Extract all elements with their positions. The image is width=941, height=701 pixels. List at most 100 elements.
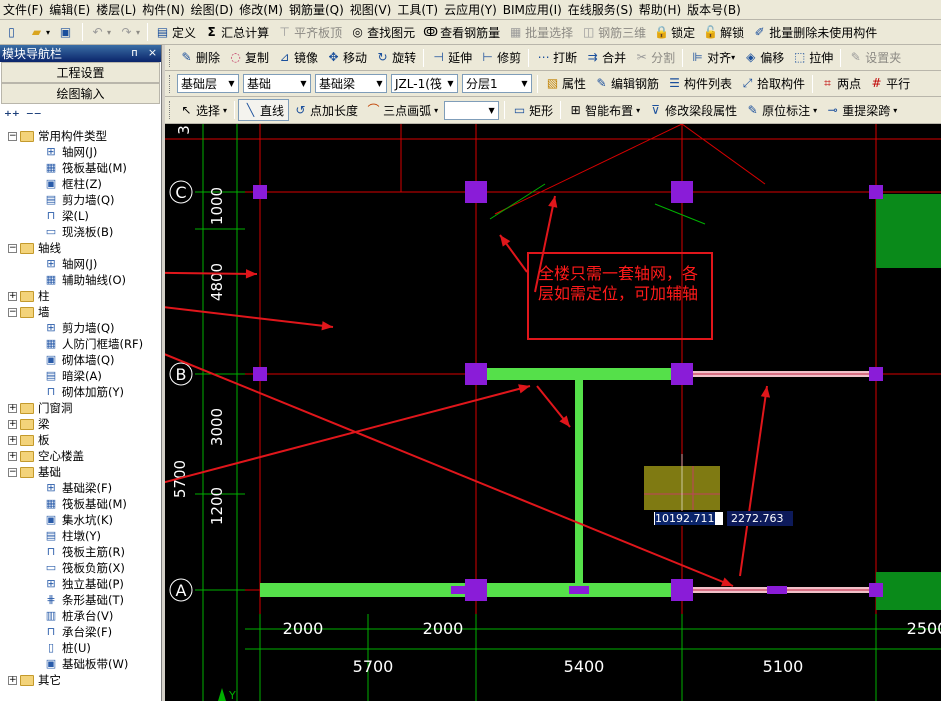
tree-item[interactable]: ⋕ 条形基础(T) xyxy=(0,592,161,608)
expand-icon[interactable]: + xyxy=(8,451,17,461)
rebar-3d-button[interactable]: ◫ 钢筋三维 xyxy=(577,21,650,43)
element-type-select[interactable]: 基础梁 ▼ xyxy=(315,74,387,93)
category-select[interactable]: 基础 ▼ xyxy=(243,74,311,93)
floor-select[interactable]: 基础层 ▼ xyxy=(177,74,239,93)
tree-item[interactable]: ▣ 基础板带(W) xyxy=(0,656,161,672)
menu-item-5[interactable]: 修改(M) xyxy=(236,0,286,19)
tree-item[interactable]: ▦ 辅助轴线(O) xyxy=(0,272,161,288)
save-button[interactable]: ▣ xyxy=(54,21,79,43)
unlock-button[interactable]: 🔓 解锁 xyxy=(699,21,748,43)
pick-element-button[interactable]: ⤢ 拾取构件 xyxy=(736,73,809,95)
define-button[interactable]: ▤ 定义 xyxy=(151,21,200,43)
stretch-button[interactable]: ⬚ 拉伸 xyxy=(788,47,837,69)
open-file-button[interactable]: ▰ ▾ xyxy=(25,21,54,43)
break-button[interactable]: ⋯ 打断 xyxy=(532,47,581,69)
arc-option-select[interactable]: ▼ xyxy=(444,100,500,120)
three-point-arc-button[interactable]: ⌒ 三点画弧 ▾ xyxy=(362,99,442,121)
tree-group[interactable]: − 常用构件类型 xyxy=(0,128,161,144)
menu-item-11[interactable]: 在线服务(S) xyxy=(565,0,636,19)
redo-button[interactable]: ↷ ▾ xyxy=(115,21,144,43)
new-file-button[interactable]: ▯ xyxy=(0,21,25,43)
tree-item[interactable]: ▭ 现浇板(B) xyxy=(0,224,161,240)
coordinate-x-input[interactable]: 10192.711 xyxy=(653,511,724,526)
merge-button[interactable]: ⇉ 合并 xyxy=(581,47,630,69)
menu-item-6[interactable]: 钢筋量(Q) xyxy=(286,0,347,19)
undo-button[interactable]: ↶ ▾ xyxy=(86,21,115,43)
menu-item-1[interactable]: 编辑(E) xyxy=(46,0,93,19)
smart-layout-button[interactable]: ⊞ 智能布置 ▾ xyxy=(564,99,644,121)
tree-group[interactable]: + 柱 xyxy=(0,288,161,304)
parallel-button[interactable]: # 平行 xyxy=(865,73,914,95)
tree-item[interactable]: ▣ 砌体墙(Q) xyxy=(0,352,161,368)
menu-item-10[interactable]: BIM应用(I) xyxy=(500,0,565,19)
tree-item[interactable]: ⊞ 独立基础(P) xyxy=(0,576,161,592)
tree-group[interactable]: − 墙 xyxy=(0,304,161,320)
tree-item[interactable]: ▤ 柱墩(Y) xyxy=(0,528,161,544)
properties-button[interactable]: ▧ 属性 xyxy=(541,73,590,95)
pin-icon[interactable]: ᴨ xyxy=(128,46,141,59)
tree-item[interactable]: ⊞ 剪力墙(Q) xyxy=(0,320,161,336)
tree-item[interactable]: ⊓ 筏板主筋(R) xyxy=(0,544,161,560)
collapse-all-icon[interactable]: ⁻⁻ xyxy=(26,107,42,125)
expand-icon[interactable]: + xyxy=(8,435,17,445)
tree-item[interactable]: ⊓ 砌体加筋(Y) xyxy=(0,384,161,400)
tree-item[interactable]: ▯ 桩(U) xyxy=(0,640,161,656)
tree-group[interactable]: + 门窗洞 xyxy=(0,400,161,416)
tree-group[interactable]: − 轴线 xyxy=(0,240,161,256)
offset-button[interactable]: ◈ 偏移 xyxy=(739,47,788,69)
delete-button[interactable]: ✎ 删除 xyxy=(175,47,224,69)
align-top-button[interactable]: ⊤ 平齐板顶 xyxy=(273,21,346,43)
menu-item-4[interactable]: 绘图(D) xyxy=(188,0,237,19)
rotate-button[interactable]: ↻ 旋转 xyxy=(371,47,420,69)
tree-item[interactable]: ⊓ 梁(L) xyxy=(0,208,161,224)
tree-item[interactable]: ▦ 筏板基础(M) xyxy=(0,160,161,176)
menu-item-13[interactable]: 版本号(B) xyxy=(684,0,744,19)
expand-icon[interactable]: + xyxy=(8,291,17,301)
tree-item[interactable]: ▦ 人防门框墙(RF) xyxy=(0,336,161,352)
modify-beam-props-button[interactable]: ⊽ 修改梁段属性 xyxy=(644,99,741,121)
mirror-button[interactable]: ⊿ 镜像 xyxy=(273,47,322,69)
tree-item[interactable]: ▦ 筏板基础(M) xyxy=(0,496,161,512)
tree-item[interactable]: ▤ 暗梁(A) xyxy=(0,368,161,384)
menu-item-12[interactable]: 帮助(H) xyxy=(636,0,684,19)
batch-delete-unused-button[interactable]: ✐ 批量删除未使用构件 xyxy=(748,21,881,43)
find-element-button[interactable]: ◎ 查找图元 xyxy=(346,21,419,43)
drawing-input-button[interactable]: 绘图输入 xyxy=(1,83,160,104)
tree-item[interactable]: ▣ 框柱(Z) xyxy=(0,176,161,192)
extend-button[interactable]: ⊣ 延伸 xyxy=(427,47,476,69)
trim-button[interactable]: ⊢ 修剪 xyxy=(476,47,525,69)
collapse-icon[interactable]: − xyxy=(8,307,17,317)
lock-button[interactable]: 🔒 锁定 xyxy=(650,21,699,43)
expand-icon[interactable]: + xyxy=(8,403,17,413)
tree-group[interactable]: + 梁 xyxy=(0,416,161,432)
tree-item[interactable]: ⊞ 基础梁(F) xyxy=(0,480,161,496)
toolbar-grip[interactable] xyxy=(169,101,172,119)
line-button[interactable]: ╲ 直线 xyxy=(238,99,290,121)
menu-item-8[interactable]: 工具(T) xyxy=(394,0,441,19)
element-list-button[interactable]: ☰ 构件列表 xyxy=(663,73,736,95)
tree-item[interactable]: ⊞ 轴网(J) xyxy=(0,256,161,272)
tree-group[interactable]: + 空心楼盖 xyxy=(0,448,161,464)
batch-select-button[interactable]: ▦ 批量选择 xyxy=(504,21,577,43)
tree-item[interactable]: ▥ 桩承台(V) xyxy=(0,608,161,624)
toolbar-grip[interactable] xyxy=(169,74,172,93)
menu-item-3[interactable]: 构件(N) xyxy=(139,0,187,19)
rectangle-button[interactable]: ▭ 矩形 xyxy=(508,99,557,121)
reextract-span-button[interactable]: ⊸ 重提梁跨 ▾ xyxy=(821,99,901,121)
tree-item[interactable]: ▣ 集水坑(K) xyxy=(0,512,161,528)
coordinate-y-input[interactable]: 2272.763 xyxy=(727,511,793,526)
two-points-button[interactable]: ⌗ 两点 xyxy=(816,73,865,95)
select-button[interactable]: ↖ 选择 ▾ xyxy=(175,99,231,121)
move-button[interactable]: ✥ 移动 xyxy=(322,47,371,69)
collapse-icon[interactable]: − xyxy=(8,243,17,253)
view-rebar-button[interactable]: ↂ 查看钢筋量 xyxy=(419,21,504,43)
tree-group[interactable]: + 其它 xyxy=(0,672,161,688)
project-settings-button[interactable]: 工程设置 xyxy=(1,62,160,83)
tree-item[interactable]: ⊓ 承台梁(F) xyxy=(0,624,161,640)
tree-item[interactable]: ▭ 筏板负筋(X) xyxy=(0,560,161,576)
expand-all-icon[interactable]: ⁺⁺ xyxy=(4,107,20,125)
collapse-icon[interactable]: − xyxy=(8,131,17,141)
split-button[interactable]: ✂ 分割 xyxy=(630,47,679,69)
tree-item[interactable]: ⊞ 轴网(J) xyxy=(0,144,161,160)
collapse-icon[interactable]: − xyxy=(8,467,17,477)
